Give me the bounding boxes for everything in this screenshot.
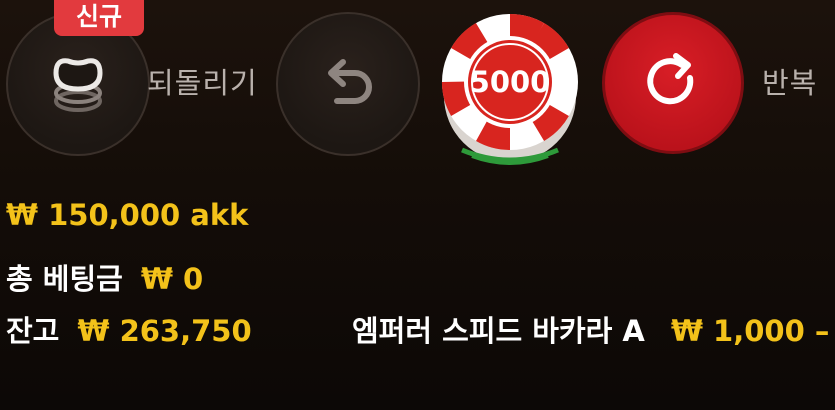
limit-text: ₩ 150,000 akk <box>6 198 249 232</box>
new-badge: 신규 <box>54 0 144 36</box>
undo-arrow-icon <box>328 59 372 104</box>
balance-value: ₩ 263,750 <box>77 314 252 348</box>
chip-stack-icon <box>53 58 103 112</box>
repeat-button[interactable] <box>602 12 744 154</box>
chip-selector[interactable]: 5000 <box>438 10 582 170</box>
repeat-label: 반복 <box>762 66 818 100</box>
undo-label: 되돌리기 <box>147 66 258 100</box>
total-bet-row: 총 베팅금 ₩ 0 <box>6 256 203 298</box>
balance-label: 잔고 <box>6 314 60 348</box>
repeat-arrow-icon <box>647 53 694 105</box>
chip-value: 5000 <box>469 65 551 99</box>
table-limit: ₩ 1,000 – <box>670 314 830 348</box>
total-bet-value: ₩ 0 <box>140 262 204 296</box>
table-info-row: 엠퍼러 스피드 바카라 A ₩ 1,000 – <box>352 308 835 350</box>
total-bet-label: 총 베팅금 <box>6 262 123 296</box>
table-name: 엠퍼러 스피드 바카라 A <box>352 314 645 348</box>
undo-button[interactable] <box>276 12 420 156</box>
balance-row: 잔고 ₩ 263,750 <box>6 308 252 350</box>
